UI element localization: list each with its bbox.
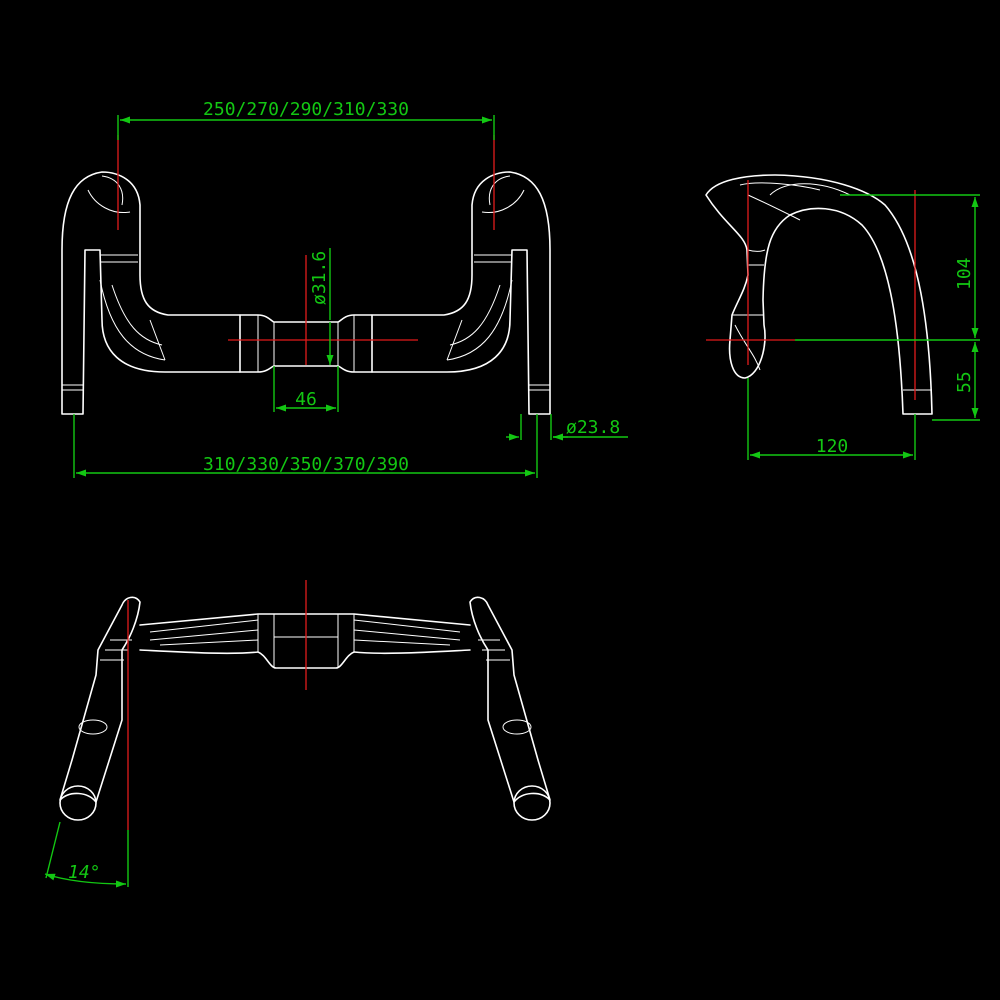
dim-end-diameter: ø23.8 bbox=[566, 417, 620, 438]
dim-clamp-length: 46 bbox=[295, 389, 317, 410]
dim-bottom-width: 310/330/350/370/390 bbox=[203, 454, 409, 475]
front-view: 250/270/290/310/330 310/330/350/370/390 … bbox=[61, 99, 628, 478]
top-right-drop bbox=[469, 596, 551, 803]
side-outline bbox=[705, 174, 933, 415]
front-right-drop bbox=[371, 171, 551, 415]
dim-flare-angle: 14° bbox=[68, 862, 101, 883]
top-view: 14° bbox=[44, 580, 551, 888]
handlebar-drawing: 250/270/290/310/330 310/330/350/370/390 … bbox=[0, 0, 1000, 1000]
dim-reach: 120 bbox=[816, 436, 849, 457]
dim-drop: 104 bbox=[954, 257, 975, 290]
front-left-drop bbox=[61, 171, 241, 415]
dim-lower-drop: 55 bbox=[954, 371, 975, 393]
dim-top-width: 250/270/290/310/330 bbox=[203, 99, 409, 120]
side-view: 104 55 120 bbox=[705, 174, 980, 460]
dim-clamp-diameter: ø31.6 bbox=[309, 251, 330, 305]
